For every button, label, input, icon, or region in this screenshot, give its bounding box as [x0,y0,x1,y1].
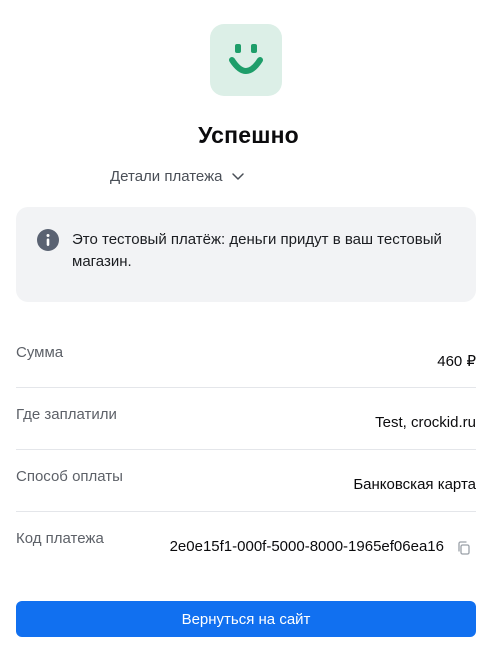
notice-text: Это тестовый платёж: деньги придут в ваш… [72,231,442,270]
payment-code-value: 2e0e15f1-000f-5000-8000-1965ef06ea16 [169,538,444,555]
return-to-site-button[interactable]: Вернуться на сайт [16,601,476,637]
payment-method-label: Способ оплаты [16,468,123,485]
payment-details-label: Детали платежа [110,167,223,185]
amount-row: Сумма 460 ₽ [16,326,476,388]
merchant-row: Где заплатили Test, crockid.ru [16,388,476,450]
copy-icon[interactable] [456,540,472,556]
amount-value: 460 ₽ [437,353,476,370]
chevron-down-icon [231,173,244,180]
merchant-value: Test, crockid.ru [375,414,476,431]
amount-label: Сумма [16,344,64,361]
info-icon [37,229,59,251]
smiley-face-icon [229,44,263,74]
payment-code-row: Код платежа 2e0e15f1-000f-5000-8000-1965… [16,512,476,574]
test-payment-notice: Это тестовый платёж: деньги придут в ваш… [16,207,476,302]
success-logo [210,24,282,96]
payment-details-toggle[interactable]: Детали платежа [110,165,245,187]
payment-code-label: Код платежа [16,530,104,547]
page-title: Успешно [198,122,299,148]
payment-method-value: Банковская карта [353,476,476,493]
payment-method-row: Способ оплаты Банковская карта [16,450,476,512]
merchant-label: Где заплатили [16,406,117,423]
